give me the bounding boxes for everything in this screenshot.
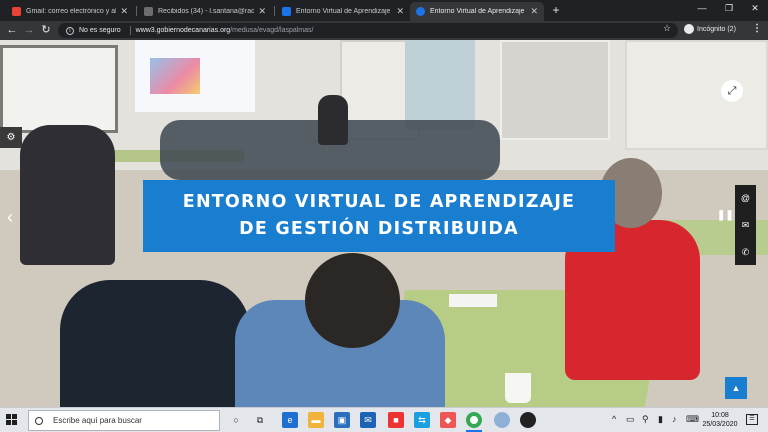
- more-menu-icon[interactable]: ⋮: [752, 23, 762, 34]
- new-tab-button[interactable]: +: [549, 3, 563, 17]
- settings-icon[interactable]: ⚙: [0, 127, 22, 148]
- tab-strip: Gmail: correo electrónico y alma ✕ Recib…: [0, 0, 768, 21]
- phone-icon[interactable]: ✆: [742, 247, 750, 257]
- app-icon-2[interactable]: [494, 412, 510, 428]
- volume-icon[interactable]: ♪: [672, 414, 677, 424]
- profile-label: Incógnito (2): [697, 25, 736, 33]
- windows-taskbar: Escribe aquí para buscar ○ ⧉ e ▬ ▣ ✉ ■ ⇆…: [0, 407, 768, 432]
- task-view-icon[interactable]: ⧉: [252, 412, 268, 428]
- close-icon[interactable]: ✕: [120, 6, 128, 17]
- tray-chevron-icon[interactable]: ^: [612, 414, 616, 424]
- address-bar[interactable]: i No es seguro www3.gobiernodecanarias.o…: [58, 23, 678, 38]
- windows-start-icon[interactable]: [6, 414, 18, 426]
- page-title: ENTORNO VIRTUAL DE APRENDIZAJE DE GESTIÓ…: [182, 192, 576, 239]
- window-right: [625, 40, 768, 150]
- pause-icon[interactable]: ❚❚: [717, 207, 734, 225]
- chevron-left-icon[interactable]: ‹: [2, 205, 18, 229]
- battery-icon[interactable]: ▮: [658, 414, 663, 425]
- tab-title: Entorno Virtual de Aprendizaje d: [296, 8, 393, 15]
- notification-center-icon[interactable]: ☰: [746, 414, 758, 425]
- bookmark-star-icon[interactable]: ☆: [663, 23, 671, 34]
- person-front-left: [60, 280, 250, 407]
- person-left: [20, 125, 115, 265]
- app-icon[interactable]: ◆: [440, 412, 456, 428]
- mail-app-icon[interactable]: ✉: [360, 412, 376, 428]
- page-title-banner: ENTORNO VIRTUAL DE APRENDIZAJE DE GESTIÓ…: [143, 180, 615, 252]
- search-icon: [35, 416, 43, 425]
- loading-globe-icon: [416, 7, 425, 16]
- window-middle: [500, 40, 610, 140]
- close-window-icon[interactable]: ✕: [748, 3, 762, 14]
- tab-evagd-active[interactable]: Entorno Virtual de Aprendizaje d ✕: [410, 2, 544, 21]
- mail-favicon-icon: [144, 7, 153, 16]
- microphone-icon[interactable]: ⚲: [642, 414, 649, 425]
- obs-icon[interactable]: [520, 412, 536, 428]
- url-path: /medusa/evagd/laspalmas/: [230, 27, 314, 34]
- divider: [129, 26, 131, 35]
- close-icon[interactable]: ✕: [396, 6, 404, 17]
- at-icon[interactable]: @: [741, 193, 750, 203]
- office-icon[interactable]: ■: [388, 412, 404, 428]
- browser-toolbar: ← → ↻ i No es seguro www3.gobiernodecana…: [0, 21, 768, 40]
- taskbar-search[interactable]: Escribe aquí para buscar: [28, 410, 220, 431]
- ime-icon[interactable]: ⌨: [686, 414, 699, 425]
- presenter: [318, 95, 348, 145]
- scroll-to-top-button[interactable]: ▲: [725, 377, 747, 399]
- whiteboard: [0, 45, 118, 133]
- restore-icon[interactable]: ❐: [722, 3, 736, 14]
- paper-cup: [505, 373, 531, 403]
- tab-title: Gmail: correo electrónico y alma: [26, 8, 117, 15]
- clock-time: 10:08: [711, 412, 729, 419]
- close-icon[interactable]: ✕: [258, 6, 266, 17]
- tab-evagd-1[interactable]: Entorno Virtual de Aprendizaje d ✕: [276, 2, 410, 21]
- incognito-profile-button[interactable]: Incógnito (2): [684, 24, 736, 34]
- reload-icon[interactable]: ↻: [39, 23, 53, 37]
- person-head-front: [305, 253, 400, 348]
- projected-slide: [150, 58, 200, 94]
- forward-arrow-icon[interactable]: →: [22, 23, 36, 37]
- teamviewer-icon[interactable]: ⇆: [414, 412, 430, 428]
- back-arrow-icon[interactable]: ←: [5, 23, 19, 37]
- tab-title: Recibidos (34) - l.santana@radio: [158, 8, 255, 15]
- system-clock[interactable]: 10:08 25/03/2020: [700, 411, 740, 429]
- paper-sheet: [449, 294, 497, 307]
- tab-divider: [274, 6, 275, 16]
- tab-title: Entorno Virtual de Aprendizaje d: [430, 8, 527, 15]
- gmail-icon: [12, 7, 21, 16]
- clock-date: 25/03/2020: [702, 421, 738, 428]
- security-label: No es seguro: [79, 27, 121, 34]
- window-glass: [405, 40, 475, 130]
- edge-icon[interactable]: e: [282, 412, 298, 428]
- contact-sidebar: @ ✉ ✆: [735, 185, 756, 265]
- tab-inbox[interactable]: Recibidos (34) - l.santana@radio ✕: [138, 2, 272, 21]
- search-placeholder: Escribe aquí para buscar: [53, 416, 142, 425]
- url-host: www3.gobiernodecanarias.org: [135, 27, 231, 34]
- chrome-icon[interactable]: [466, 412, 482, 432]
- tab-divider: [136, 6, 137, 16]
- web-page: ENTORNO VIRTUAL DE APRENDIZAJE DE GESTIÓ…: [0, 40, 768, 407]
- mail-icon[interactable]: ✉: [742, 220, 750, 230]
- file-explorer-icon[interactable]: ▬: [308, 412, 324, 428]
- network-icon[interactable]: ▭: [626, 414, 635, 425]
- minimize-icon[interactable]: —: [695, 3, 709, 13]
- close-icon[interactable]: ✕: [530, 6, 538, 17]
- info-icon[interactable]: i: [66, 26, 74, 35]
- incognito-icon: [684, 24, 694, 34]
- fullscreen-icon[interactable]: ⤢: [721, 80, 743, 102]
- store-icon[interactable]: ▣: [334, 412, 350, 428]
- tab-gmail[interactable]: Gmail: correo electrónico y alma ✕: [6, 2, 134, 21]
- site-favicon-icon: [282, 7, 291, 16]
- cortana-icon[interactable]: ○: [228, 412, 244, 428]
